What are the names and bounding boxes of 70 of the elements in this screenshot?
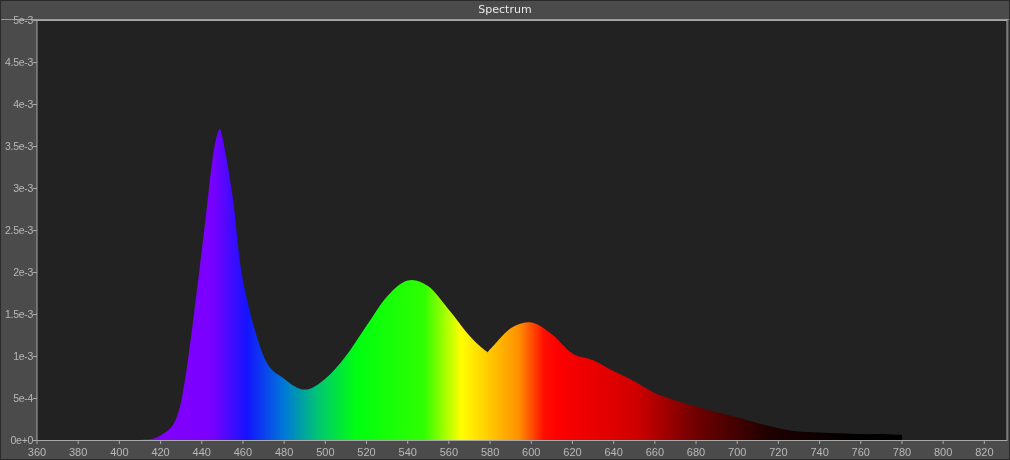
y-tick-label: 2.5e-3	[5, 224, 33, 236]
x-tick-label: 640	[604, 446, 623, 458]
x-tick-label: 360	[27, 446, 47, 458]
y-tick-label: 1e-3	[13, 350, 33, 362]
y-tick	[32, 356, 38, 357]
x-tick-label: 600	[522, 446, 541, 458]
y-tick-label: 4e-3	[13, 98, 33, 110]
x-tick-label: 800	[934, 446, 953, 458]
x-tick	[118, 439, 120, 445]
x-tick-label: 620	[563, 446, 582, 458]
x-tick-label: 700	[728, 446, 747, 458]
x-tick	[530, 439, 532, 445]
y-tick	[32, 188, 38, 189]
y-tick	[32, 20, 38, 21]
x-tick	[242, 439, 244, 445]
x-tick	[366, 439, 367, 445]
x-tick	[324, 439, 326, 445]
y-tick-label: 0e+0	[10, 434, 33, 446]
x-tick-label: 660	[645, 446, 664, 458]
x-tick	[736, 439, 738, 445]
x-tick-label: 720	[769, 446, 788, 458]
x-tick-label: 460	[233, 446, 253, 458]
y-tick-label: 1.5e-3	[5, 308, 33, 320]
x-tick	[654, 439, 656, 445]
y-tick	[32, 398, 38, 399]
x-tick	[983, 439, 985, 445]
y-tick	[32, 104, 38, 105]
x-tick	[489, 439, 491, 445]
x-tick-label: 820	[975, 446, 994, 458]
x-tick-label: 400	[110, 446, 129, 458]
chart-title: Spectrum	[478, 2, 532, 18]
x-tick	[201, 439, 203, 445]
x-tick-label: 580	[480, 446, 500, 458]
x-tick-label: 740	[810, 446, 829, 458]
x-tick-label: 500	[316, 446, 335, 458]
x-tick-label: 780	[892, 446, 912, 458]
y-tick	[32, 146, 38, 147]
x-tick-label: 440	[192, 446, 211, 458]
x-tick	[571, 439, 573, 445]
x-tick	[819, 439, 821, 445]
x-tick	[613, 439, 615, 445]
y-tick	[32, 440, 38, 441]
x-tick	[160, 439, 162, 445]
y-tick-label: 5e-4	[13, 392, 33, 404]
x-tick-label: 540	[398, 446, 417, 458]
y-tick	[32, 62, 38, 63]
y-tick-label: 3e-3	[13, 182, 33, 194]
x-tick-label: 520	[357, 446, 376, 458]
y-tick-label: 4.5e-3	[5, 56, 33, 68]
x-tick-label: 420	[151, 446, 170, 458]
x-tick-label: 680	[686, 446, 706, 458]
x-tick-label: 560	[439, 446, 459, 458]
y-tick	[32, 314, 38, 315]
y-tick	[32, 272, 38, 273]
y-tick-label: 2e-3	[13, 266, 33, 278]
y-tick-label: 3.5e-3	[5, 140, 33, 152]
x-tick	[77, 439, 79, 445]
x-tick	[860, 439, 862, 445]
y-tick	[32, 230, 38, 231]
x-tick	[283, 439, 285, 445]
x-tick	[901, 439, 903, 445]
x-tick	[407, 439, 409, 445]
x-tick-label: 760	[851, 446, 870, 458]
x-tick	[777, 439, 779, 445]
x-tick-label: 480	[274, 446, 294, 458]
x-tick-label: 380	[69, 446, 88, 458]
x-tick	[448, 439, 450, 445]
x-tick	[36, 439, 38, 445]
x-tick	[942, 439, 944, 445]
x-tick	[695, 439, 697, 445]
